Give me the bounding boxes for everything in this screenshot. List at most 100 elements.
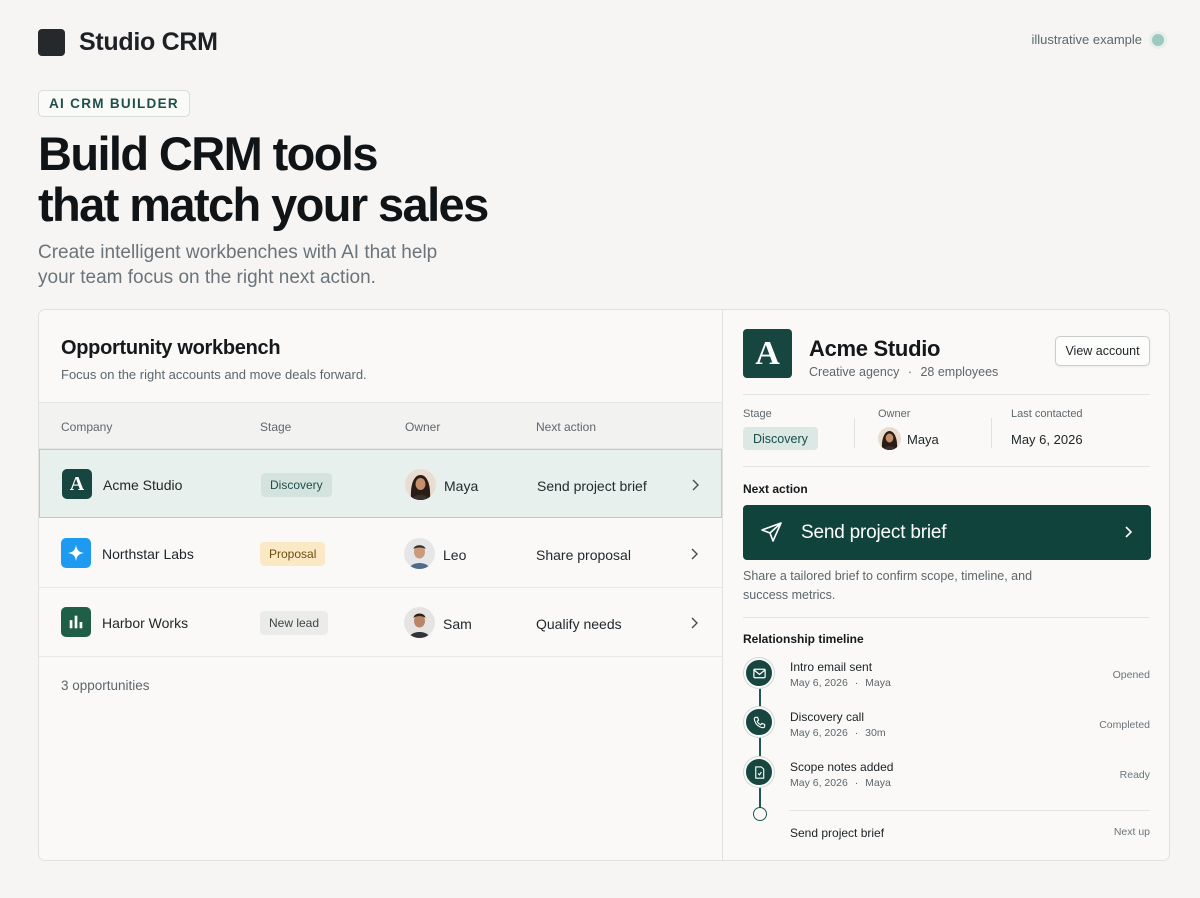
harbor-bars-icon — [61, 607, 91, 637]
meta-separator: · — [907, 365, 912, 379]
next-action: Share proposal — [536, 547, 631, 563]
acme-logo-icon: A — [62, 469, 92, 499]
brand-name: Studio CRM — [79, 28, 218, 56]
stage-badge: Discovery — [743, 427, 818, 450]
owner-name: Leo — [443, 547, 467, 563]
owner-field-label: Owner — [878, 408, 911, 420]
subheadline-line-1: Create intelligent workbenches with AI t… — [38, 242, 438, 263]
eyebrow-badge: AI CRM BUILDER — [38, 90, 190, 117]
illustrative-note: illustrative example — [1031, 32, 1164, 47]
table-row-acme-studio[interactable]: A Acme Studio Discovery Maya Send projec… — [39, 449, 722, 518]
owner-name: Sam — [443, 616, 472, 632]
timeline-item-meta: May 6, 2026 · Maya — [790, 777, 891, 789]
field-divider — [991, 418, 992, 448]
upcoming-step-icon — [753, 807, 767, 821]
owner-avatar — [404, 607, 435, 638]
timeline-item-date: May 6, 2026 — [790, 727, 848, 739]
next-action-description: Share a tailored brief to confirm scope,… — [743, 569, 1033, 602]
timeline-item-date: May 6, 2026 — [790, 777, 848, 789]
workbench-title: Opportunity workbench — [61, 337, 281, 359]
account-meta: Creative agency · 28 employees — [809, 365, 998, 379]
account-detail: A Acme Studio Creative agency · 28 emplo… — [722, 310, 1169, 860]
opportunity-count: 3 opportunities — [61, 678, 150, 693]
page-subheadline: Create intelligent workbenches with AI t… — [38, 240, 508, 290]
mail-icon — [744, 658, 774, 688]
timeline-item-title: Scope notes added — [790, 760, 894, 774]
timeline-item-title: Intro email sent — [790, 660, 873, 674]
northstar-sparkle-icon — [61, 538, 91, 568]
table-header: Company Stage Owner Next action — [39, 402, 722, 449]
next-action-label: Next action — [743, 482, 808, 496]
send-icon — [761, 522, 782, 542]
last-contacted-label: Last contacted — [1011, 408, 1083, 420]
company-name: Harbor Works — [102, 615, 189, 631]
company-name: Acme Studio — [103, 477, 183, 493]
timeline-item-title: Send project brief — [790, 826, 885, 840]
owner-avatar — [404, 538, 435, 569]
timeline-label: Relationship timeline — [743, 632, 864, 646]
brand-logo-icon — [38, 29, 65, 56]
column-header-owner[interactable]: Owner — [405, 420, 440, 434]
chevron-right-icon — [1125, 526, 1133, 538]
column-header-company[interactable]: Company — [61, 420, 112, 434]
status-dot-icon — [1152, 33, 1164, 46]
table-row-northstar-labs[interactable]: Northstar Labs Proposal Leo Share propos… — [39, 519, 722, 588]
meta-separator: · — [854, 677, 859, 689]
stage-badge: New lead — [260, 611, 329, 635]
column-header-next-action[interactable]: Next action — [536, 420, 596, 434]
timeline-item-detail: Maya — [865, 677, 891, 689]
meta-separator: · — [854, 777, 859, 789]
account-employees: 28 employees — [920, 365, 999, 379]
next-action: Send project brief — [537, 478, 647, 494]
field-divider — [854, 418, 855, 448]
timeline-item-status: Completed — [1099, 719, 1150, 731]
phone-icon — [744, 707, 774, 737]
account-name: Acme Studio — [809, 336, 941, 361]
owner-name: Maya — [444, 478, 479, 494]
page-headline: Build CRM tools that match your sales — [38, 128, 598, 230]
timeline-item-meta: May 6, 2026 · 30m — [790, 727, 886, 739]
last-contacted-value: May 6, 2026 — [1011, 432, 1083, 447]
timeline-item-status: Next up — [1113, 826, 1150, 838]
owner-avatar — [878, 427, 901, 450]
chevron-right-icon[interactable] — [687, 613, 701, 633]
timeline-item-detail: Maya — [865, 777, 891, 789]
chevron-right-icon[interactable] — [688, 475, 702, 495]
column-header-stage[interactable]: Stage — [260, 420, 291, 434]
brand[interactable]: Studio CRM — [38, 28, 218, 57]
timeline-item-detail: 30m — [865, 727, 886, 739]
document-icon — [744, 757, 774, 787]
stage-badge: Proposal — [260, 542, 326, 566]
stage-field-label: Stage — [743, 408, 772, 420]
divider — [743, 466, 1150, 467]
divider — [743, 617, 1150, 618]
top-bar: Studio CRM illustrative example — [38, 28, 1164, 58]
send-project-brief-button[interactable]: Send project brief — [743, 505, 1151, 560]
headline-line-1: Build CRM tools — [38, 127, 379, 180]
workbench-subtitle: Focus on the right accounts and move dea… — [61, 367, 367, 382]
stage-badge: Discovery — [261, 473, 332, 497]
owner-name: Maya — [907, 432, 939, 447]
chevron-right-icon[interactable] — [687, 544, 701, 564]
next-action: Qualify needs — [536, 616, 622, 632]
account-logo-icon: A — [743, 329, 792, 378]
opportunity-workbench: Opportunity workbench Focus on the right… — [39, 310, 722, 860]
timeline-item-status: Opened — [1112, 669, 1150, 681]
next-action-button-label: Send project brief — [801, 522, 947, 543]
timeline-item-title: Discovery call — [790, 710, 865, 724]
meta-separator: · — [854, 727, 859, 739]
illustrative-note-label: illustrative example — [1031, 32, 1142, 47]
headline-line-2: that match your sales — [38, 178, 489, 231]
divider — [789, 810, 1150, 811]
account-industry: Creative agency — [809, 365, 900, 379]
timeline-item-date: May 6, 2026 — [790, 677, 848, 689]
timeline-item-meta: May 6, 2026 · Maya — [790, 677, 891, 689]
company-name: Northstar Labs — [102, 546, 194, 562]
subheadline-line-2: your team focus on the right next action… — [38, 267, 376, 288]
crm-panel: Opportunity workbench Focus on the right… — [38, 309, 1170, 861]
divider — [743, 394, 1150, 395]
view-account-button[interactable]: View account — [1055, 336, 1150, 366]
owner-avatar — [405, 469, 436, 500]
timeline-item-status: Ready — [1119, 769, 1150, 781]
table-row-harbor-works[interactable]: Harbor Works New lead Sam Qualify needs — [39, 588, 722, 657]
